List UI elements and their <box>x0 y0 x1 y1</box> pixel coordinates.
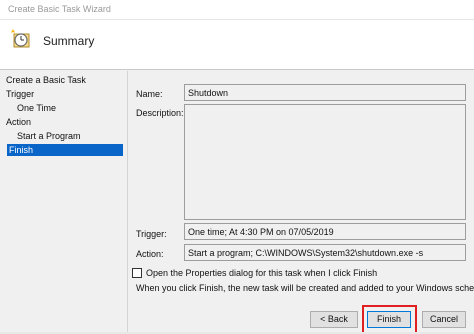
title-bar: Create Basic Task Wizard <box>0 0 474 20</box>
sidebar-item-finish[interactable]: Finish <box>7 144 123 156</box>
page-title: Summary <box>43 34 95 48</box>
back-button[interactable]: < Back <box>310 311 358 328</box>
finish-note: When you click Finish, the new task will… <box>136 283 474 293</box>
name-field: Shutdown <box>184 84 466 101</box>
sidebar-item-trigger[interactable]: Trigger <box>6 88 34 100</box>
sidebar-item-start-a-program[interactable]: Start a Program <box>17 130 81 142</box>
sidebar-divider <box>127 71 128 334</box>
trigger-label: Trigger: <box>136 229 167 239</box>
name-label: Name: <box>136 89 163 99</box>
wizard-steps-sidebar: Create a Basic Task Trigger One Time Act… <box>0 71 126 334</box>
open-properties-label[interactable]: Open the Properties dialog for this task… <box>146 268 377 278</box>
action-field: Start a program; C:\WINDOWS\System32\shu… <box>184 244 466 261</box>
trigger-field: One time; At 4:30 PM on 07/05/2019 <box>184 223 466 240</box>
action-label: Action: <box>136 249 164 259</box>
sidebar-item-one-time[interactable]: One Time <box>17 102 56 114</box>
sidebar-item-create-basic-task[interactable]: Create a Basic Task <box>6 74 86 86</box>
sidebar-item-action[interactable]: Action <box>6 116 31 128</box>
cancel-button[interactable]: Cancel <box>422 311 466 328</box>
description-field <box>184 104 466 220</box>
window-title: Create Basic Task Wizard <box>8 4 111 14</box>
finish-button[interactable]: Finish <box>367 311 411 328</box>
wizard-header: Summary <box>0 20 474 70</box>
description-label: Description: <box>136 108 184 118</box>
open-properties-checkbox[interactable] <box>132 268 142 278</box>
task-clock-icon <box>10 27 32 49</box>
